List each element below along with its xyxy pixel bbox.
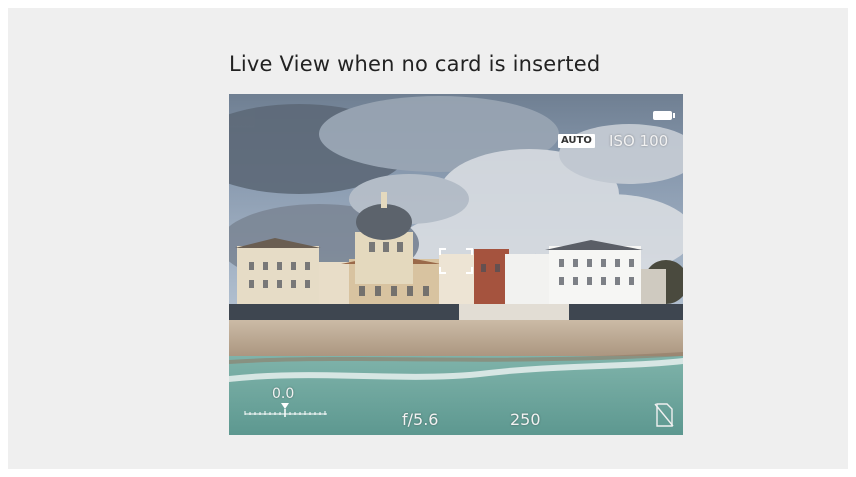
shutter-speed-value: 250 — [510, 410, 541, 429]
iso-value: ISO 100 — [609, 132, 669, 150]
iso-auto-badge: AUTO — [558, 134, 595, 148]
figure-caption: Live View when no card is inserted — [229, 52, 601, 76]
exposure-compensation-value: 0.0 — [272, 386, 295, 402]
live-view-screen: AUTO ISO 100 0.0 f/5.6 250 — [229, 94, 683, 435]
aperture-value: f/5.6 — [402, 410, 439, 429]
battery-full-icon — [653, 111, 675, 120]
exposure-scale-icon — [244, 403, 327, 417]
no-card-icon — [654, 403, 674, 427]
